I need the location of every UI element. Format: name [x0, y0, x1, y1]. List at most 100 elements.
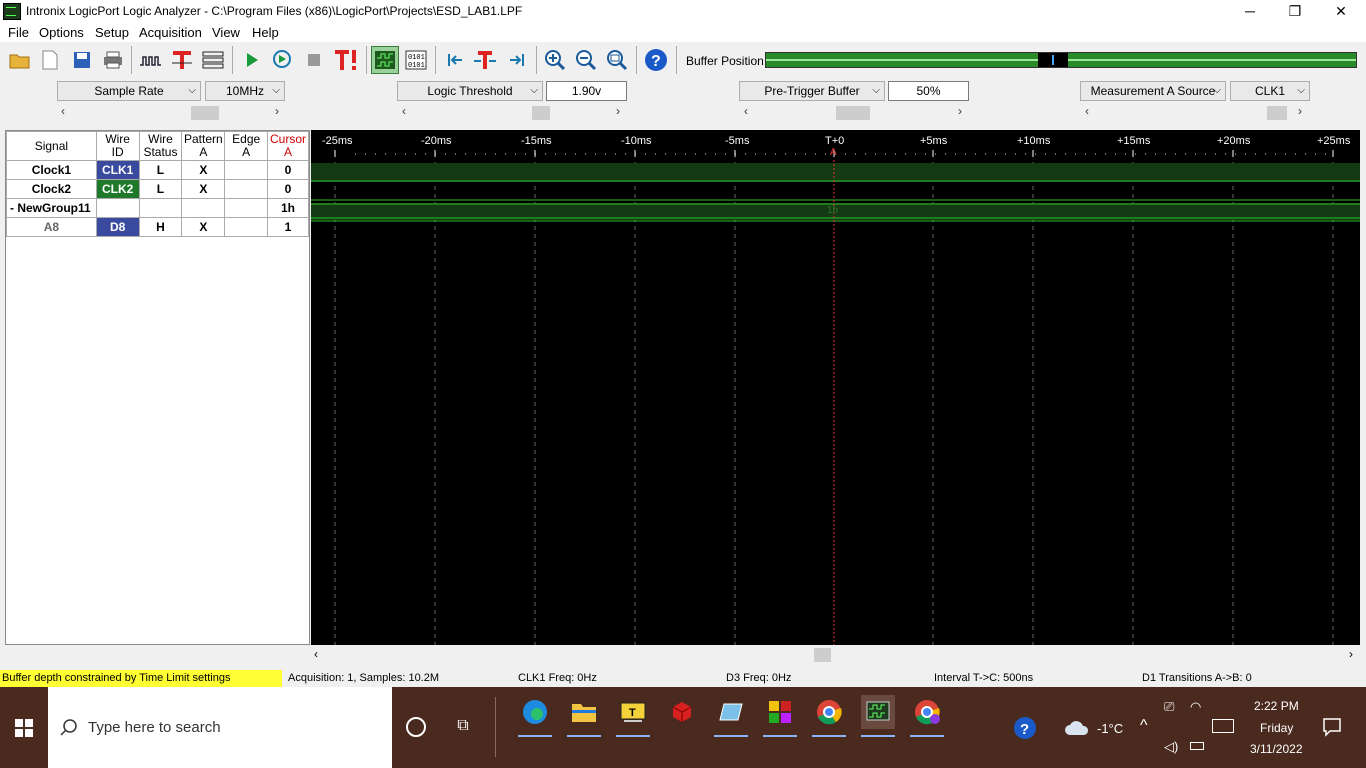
scroll-thumb[interactable]: [814, 648, 831, 662]
pattern-cell[interactable]: [181, 198, 226, 218]
pretrigger-slider-thumb[interactable]: [836, 106, 870, 120]
group-name[interactable]: - NewGroup11: [6, 198, 97, 218]
help-tray-icon[interactable]: ?: [1013, 716, 1037, 743]
menu-help[interactable]: Help: [252, 25, 279, 40]
sample-rate-slider-right[interactable]: ›: [275, 104, 279, 118]
edge-cell[interactable]: [224, 179, 269, 199]
measurement-value-select[interactable]: CLK1 ⌵: [1230, 81, 1310, 101]
waveform-settings-icon[interactable]: [137, 46, 165, 74]
clock-date[interactable]: 3/11/2022: [1250, 742, 1303, 756]
start-button[interactable]: [0, 687, 48, 768]
edge-cell[interactable]: [224, 217, 269, 237]
menu-view[interactable]: View: [212, 25, 240, 40]
scroll-left-arrow[interactable]: ‹: [314, 647, 318, 661]
threshold-value-field[interactable]: 1.90v: [546, 81, 627, 101]
pattern-cell[interactable]: X: [181, 179, 226, 199]
edge-cell[interactable]: [224, 198, 269, 218]
weather-cloud-icon[interactable]: [1064, 719, 1090, 740]
help-icon[interactable]: ?: [642, 46, 670, 74]
signal-name[interactable]: A8: [6, 217, 97, 237]
notifications-icon[interactable]: [1322, 717, 1342, 740]
save-icon[interactable]: [68, 46, 96, 74]
zoom-fit-icon[interactable]: [603, 46, 631, 74]
wire-id[interactable]: D8: [95, 217, 140, 237]
sample-rate-slider-left[interactable]: ‹: [61, 104, 65, 118]
menu-setup[interactable]: Setup: [95, 25, 129, 40]
battery-icon[interactable]: [1190, 742, 1204, 750]
table-row[interactable]: Clock1 CLK1 L X 0: [6, 160, 309, 180]
pattern-cell[interactable]: X: [181, 160, 226, 180]
minimize-button[interactable]: ─: [1227, 0, 1273, 22]
go-to-trigger-icon[interactable]: [471, 46, 499, 74]
measurement-slider-left[interactable]: ‹: [1085, 104, 1089, 118]
table-row[interactable]: Clock2 CLK2 L X 0: [6, 179, 309, 199]
run-icon[interactable]: [238, 46, 266, 74]
sample-rate-slider-thumb[interactable]: [191, 106, 219, 120]
signal-name[interactable]: Clock2: [6, 179, 97, 199]
header-pattern[interactable]: Pattern A: [181, 131, 226, 161]
edge-cell[interactable]: [224, 160, 269, 180]
header-edge[interactable]: Edge A: [224, 131, 269, 161]
header-wire-status[interactable]: Wire Status: [138, 131, 183, 161]
measurement-slider-right[interactable]: ›: [1298, 104, 1302, 118]
pattern-cell[interactable]: X: [181, 217, 226, 237]
show-hidden-icons-icon[interactable]: ^: [1140, 717, 1148, 735]
pretrigger-slider-left[interactable]: ‹: [744, 104, 748, 118]
sample-rate-select[interactable]: Sample Rate ⌵: [57, 81, 201, 101]
stop-icon[interactable]: [300, 46, 328, 74]
threshold-slider-left[interactable]: ‹: [402, 104, 406, 118]
zoom-out-icon[interactable]: [572, 46, 600, 74]
clock-day[interactable]: Friday: [1260, 721, 1293, 735]
wire-id[interactable]: CLK1: [95, 160, 140, 180]
state-view-icon[interactable]: 0101 0101: [402, 46, 430, 74]
go-to-start-icon[interactable]: [441, 46, 469, 74]
maximize-button[interactable]: ❐: [1272, 0, 1318, 22]
threshold-slider-thumb[interactable]: [532, 106, 550, 120]
menu-options[interactable]: Options: [39, 25, 84, 40]
trigger-settings-icon[interactable]: [168, 46, 196, 74]
new-file-icon[interactable]: [36, 46, 64, 74]
measurement-slider-thumb[interactable]: [1267, 106, 1287, 120]
waveform-area[interactable]: -25ms -20ms -15ms -10ms -5ms T+0 +5ms +1…: [311, 130, 1360, 645]
run-repeat-icon[interactable]: [268, 46, 296, 74]
horizontal-scrollbar[interactable]: ‹ ›: [311, 646, 1360, 663]
bus-settings-icon[interactable]: [199, 46, 227, 74]
tiles-app-icon[interactable]: [763, 695, 797, 737]
scroll-right-arrow[interactable]: ›: [1349, 647, 1353, 661]
buffer-position-thumb[interactable]: [1038, 53, 1068, 67]
threshold-slider-right[interactable]: ›: [616, 104, 620, 118]
menu-file[interactable]: File: [8, 25, 29, 40]
logicport-taskbar-icon[interactable]: [861, 695, 895, 737]
header-cursor[interactable]: Cursor A: [267, 131, 309, 161]
sample-rate-value-select[interactable]: 10MHz ⌵: [205, 81, 285, 101]
file-explorer-icon[interactable]: [567, 695, 601, 737]
logic-threshold-select[interactable]: Logic Threshold ⌵: [397, 81, 543, 101]
close-button[interactable]: ✕: [1318, 0, 1364, 22]
print-icon[interactable]: [99, 46, 127, 74]
cube-app-icon[interactable]: [665, 695, 699, 729]
wire-id[interactable]: CLK2: [95, 179, 140, 199]
pretrigger-slider-right[interactable]: ›: [958, 104, 962, 118]
wifi-icon[interactable]: ◠: [1190, 699, 1201, 715]
edge-icon[interactable]: [518, 695, 552, 737]
zoom-in-icon[interactable]: [541, 46, 569, 74]
tablet-app-icon[interactable]: [714, 695, 748, 737]
open-folder-icon[interactable]: [6, 46, 34, 74]
header-wire-id[interactable]: Wire ID: [95, 131, 140, 161]
clock-time[interactable]: 2:22 PM: [1254, 699, 1299, 713]
measurement-source-select[interactable]: Measurement A Source ⌵: [1080, 81, 1226, 101]
chrome-profile-icon[interactable]: [910, 695, 944, 737]
volume-icon[interactable]: ◁): [1164, 739, 1178, 755]
menu-acquisition[interactable]: Acquisition: [139, 25, 202, 40]
meet-now-icon[interactable]: ⎚: [1164, 699, 1174, 715]
pre-trigger-value-field[interactable]: 50%: [888, 81, 969, 101]
cursor-a-marker[interactable]: A: [830, 147, 837, 158]
signal-name[interactable]: Clock1: [6, 160, 97, 180]
cortana-icon[interactable]: [406, 717, 426, 737]
buffer-position-bar[interactable]: [765, 52, 1357, 68]
terminal-app-icon[interactable]: T: [616, 695, 650, 737]
waveform-view-icon[interactable]: [371, 46, 399, 74]
table-row[interactable]: - NewGroup11 1h: [6, 198, 309, 218]
header-signal[interactable]: Signal: [6, 131, 97, 161]
go-to-end-icon[interactable]: [503, 46, 531, 74]
